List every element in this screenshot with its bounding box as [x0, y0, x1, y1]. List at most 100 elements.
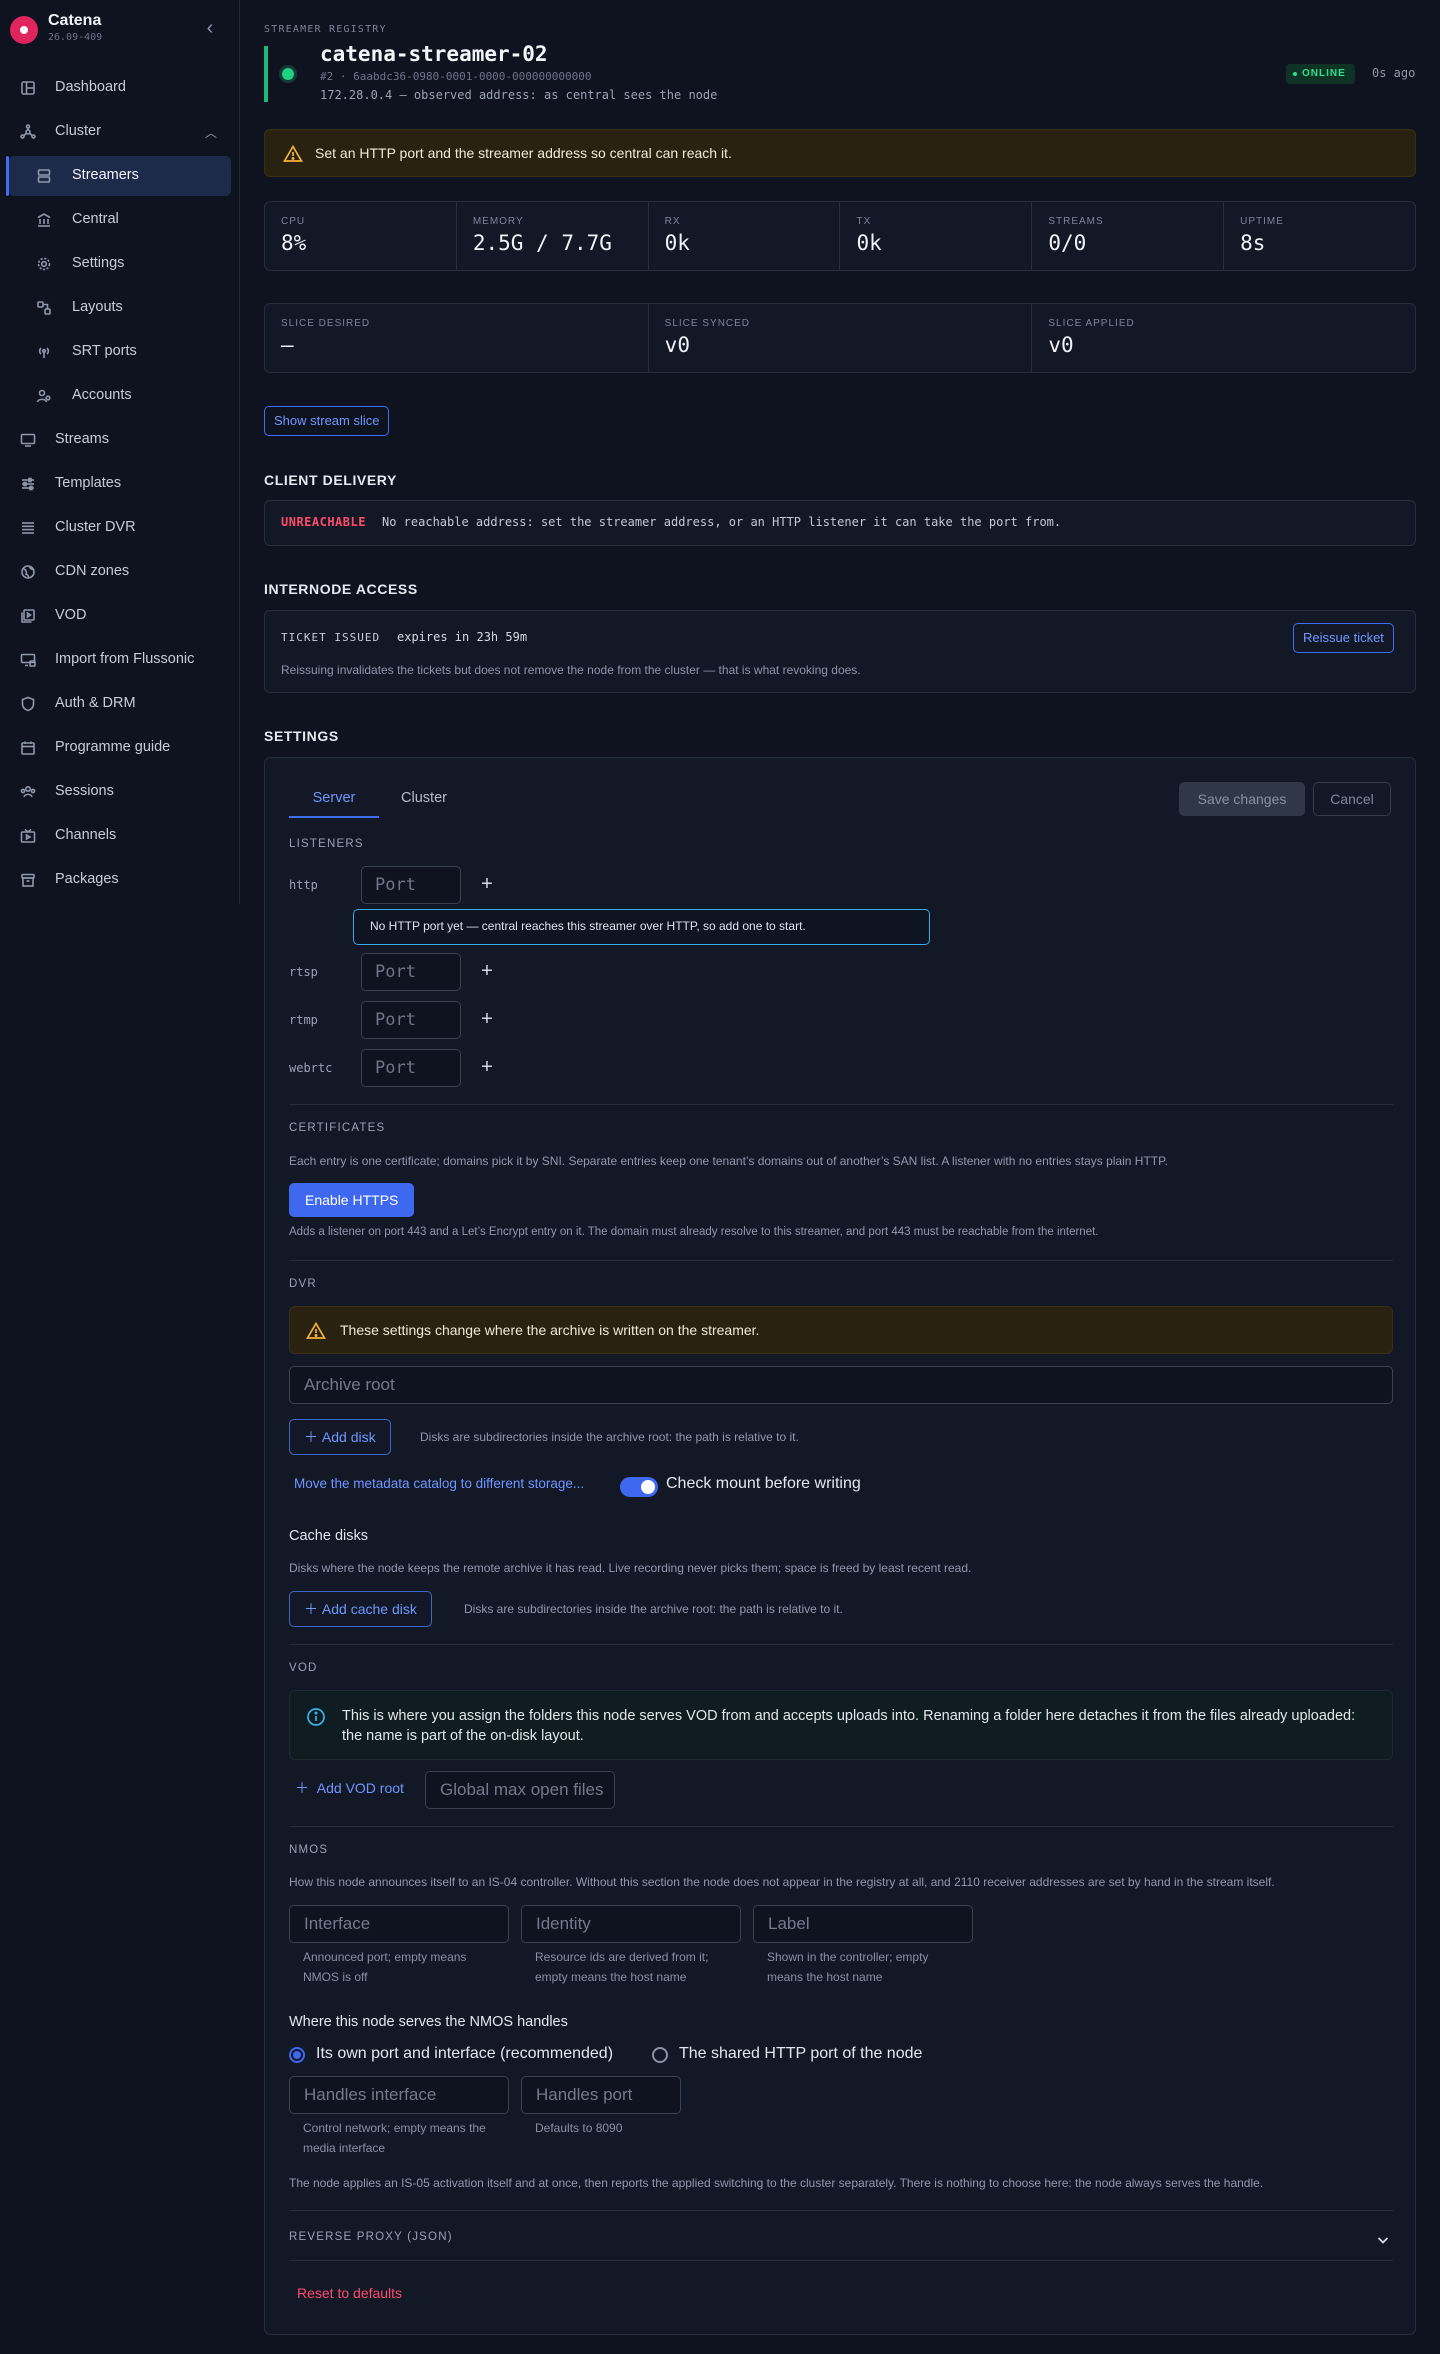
enable-https-button[interactable]: Enable HTTPS — [289, 1183, 415, 1217]
ticket-issued-badge: TICKET ISSUED — [281, 631, 381, 644]
catena-logo — [10, 16, 38, 44]
divider — [289, 1260, 1393, 1261]
package-icon — [20, 872, 36, 888]
vod-title: VOD — [289, 1662, 318, 1674]
sidebar-item-channels[interactable]: Channels — [8, 816, 231, 856]
sidebar-item-streamers[interactable]: Streamers — [6, 156, 231, 196]
sidebar-item-label: Accounts — [72, 387, 132, 403]
rtmp-port-input[interactable]: Port — [361, 1001, 461, 1039]
handles-interface-input[interactable]: Handles interface — [289, 2076, 509, 2114]
http-port-input[interactable]: Port — [361, 866, 461, 904]
sidebar-item-label: VOD — [55, 607, 87, 623]
sidebar-item-label: Layouts — [72, 299, 123, 315]
add-rtmp-port-button[interactable]: + — [477, 1009, 497, 1029]
add-http-port-button[interactable]: + — [477, 874, 497, 894]
sidebar-item-templates[interactable]: Templates — [8, 464, 231, 504]
stat-label: SLICE SYNCED — [664, 318, 751, 329]
add-rtsp-port-button[interactable]: + — [477, 961, 497, 981]
divider — [289, 2260, 1393, 2261]
add-disk-button[interactable]: ＋ Add disk — [289, 1419, 391, 1455]
sidebar-item-auth-drm[interactable]: Auth & DRM — [8, 684, 231, 724]
webrtc-port-input[interactable]: Port — [361, 1049, 461, 1087]
brand[interactable]: Catena 26.09-409 — [10, 12, 230, 44]
reverse-proxy-title[interactable]: REVERSE PROXY (JSON) — [289, 2231, 453, 2243]
listener-proto-webrtc: webrtc — [289, 1061, 333, 1075]
tab-server[interactable]: Server — [289, 782, 379, 818]
enable-https-note: Adds a listener on port 443 and a Let’s … — [289, 1226, 1099, 1238]
save-changes-button[interactable]: Save changes — [1179, 782, 1305, 816]
chevron-down-icon[interactable] — [1375, 2232, 1391, 2248]
sidebar-item-vod[interactable]: VOD — [8, 596, 231, 636]
check-mount-toggle[interactable] — [620, 1477, 658, 1497]
sidebar-item-label: Import from Flussonic — [55, 651, 195, 667]
sidebar-item-label: Packages — [55, 871, 119, 887]
streamer-id: #2 · 6aabdc36-0980-0001-0000-00000000000… — [320, 70, 592, 83]
add-webrtc-port-button[interactable]: + — [477, 1057, 497, 1077]
listener-proto-rtmp: rtmp — [289, 1013, 318, 1027]
cluster-icon — [20, 124, 36, 140]
sidebar-item-cluster[interactable]: Cluster ︿ — [8, 112, 231, 152]
handles-port-help: Defaults to 8090 — [535, 2121, 623, 2135]
rtsp-port-input[interactable]: Port — [361, 953, 461, 991]
sidebar-item-srt-ports[interactable]: SRT ports — [8, 332, 231, 372]
move-metadata-catalog-link[interactable]: Move the metadata catalog to different s… — [294, 1476, 584, 1491]
accounts-icon — [36, 388, 52, 404]
handles-shared-http-radio[interactable] — [652, 2047, 668, 2063]
add-vod-root-button[interactable]: ＋ Add VOD root — [295, 1778, 404, 1798]
handles-port-input[interactable]: Handles port — [521, 2076, 681, 2114]
sidebar-item-cdn-zones[interactable]: CDN zones — [8, 552, 231, 592]
reissue-ticket-button[interactable]: Reissue ticket — [1293, 623, 1394, 653]
check-mount-label: Check mount before writing — [666, 1475, 861, 1492]
vod-icon — [20, 608, 36, 624]
add-cache-disk-button[interactable]: ＋ Add cache disk — [289, 1591, 432, 1627]
sidebar-item-cluster-dvr[interactable]: Cluster DVR — [8, 508, 231, 548]
sidebar-item-programme-guide[interactable]: Programme guide — [8, 728, 231, 768]
sidebar-item-layouts[interactable]: Layouts — [8, 288, 231, 328]
collapse-sidebar-chevron-icon[interactable]: ‹ — [198, 16, 222, 40]
shield-icon — [20, 696, 36, 712]
stat-label: SLICE DESIRED — [281, 318, 371, 329]
handles-own-port-radio[interactable] — [289, 2047, 305, 2063]
vod-info-banner: This is where you assign the folders thi… — [289, 1690, 1393, 1760]
info-icon — [306, 1707, 326, 1727]
dashboard-icon — [20, 80, 36, 96]
slice-desired: SLICE DESIRED — — [265, 304, 649, 372]
archive-root-input[interactable]: Archive root — [289, 1366, 1393, 1404]
plus-icon: ＋ — [304, 1429, 318, 1445]
chevron-up-icon: ︿ — [204, 126, 217, 140]
sidebar-item-label: CDN zones — [55, 563, 130, 579]
sidebar-item-sessions[interactable]: Sessions — [8, 772, 231, 812]
nmos-label-input[interactable]: Label — [753, 1905, 973, 1943]
show-stream-slice-button[interactable]: Show stream slice — [264, 406, 390, 436]
slice-panel: SLICE DESIRED — SLICE SYNCED v0 SLICE APPL… — [264, 303, 1416, 373]
cancel-button[interactable]: Cancel — [1313, 782, 1391, 816]
warning-icon — [283, 144, 303, 164]
nmos-interface-input[interactable]: Interface — [289, 1905, 509, 1943]
stat-rx: RX 0k — [649, 202, 841, 270]
unreachable-badge: UNREACHABLE — [281, 515, 366, 529]
tab-cluster[interactable]: Cluster — [389, 782, 459, 818]
client-delivery-text: No reachable address: set the streamer a… — [382, 515, 1062, 529]
sidebar-item-label: Programme guide — [55, 739, 171, 755]
reset-to-defaults-button[interactable]: Reset to defaults — [297, 2285, 402, 2301]
certificates-title: CERTIFICATES — [289, 1122, 386, 1134]
sidebar-item-settings[interactable]: Settings — [8, 244, 231, 284]
sidebar-item-packages[interactable]: Packages — [8, 860, 231, 900]
nmos-identity-input[interactable]: Identity — [521, 1905, 741, 1943]
sidebar-item-import-from-flussonic[interactable]: Import from Flussonic — [8, 640, 231, 680]
sidebar-item-label: Settings — [72, 255, 125, 271]
divider — [289, 1104, 1393, 1105]
activation-note: The node applies an IS-05 activation its… — [289, 2176, 1264, 2190]
sidebar-item-dashboard[interactable]: Dashboard — [8, 68, 231, 108]
sidebar-item-accounts[interactable]: Accounts — [8, 376, 231, 416]
slice-synced: SLICE SYNCED v0 — [649, 304, 1033, 372]
stat-value: — — [281, 333, 294, 357]
nmos-title: NMOS — [289, 1844, 329, 1856]
handles-shared-http-label: The shared HTTP port of the node — [679, 2045, 923, 2062]
sidebar-item-streams[interactable]: Streams — [8, 420, 231, 460]
sidebar-item-label: Streamers — [72, 167, 139, 183]
global-max-open-files-input[interactable]: Global max open files — [425, 1771, 615, 1809]
listeners-title: LISTENERS — [289, 838, 364, 850]
streamers-icon — [36, 168, 52, 184]
sidebar-item-central[interactable]: Central — [8, 200, 231, 240]
